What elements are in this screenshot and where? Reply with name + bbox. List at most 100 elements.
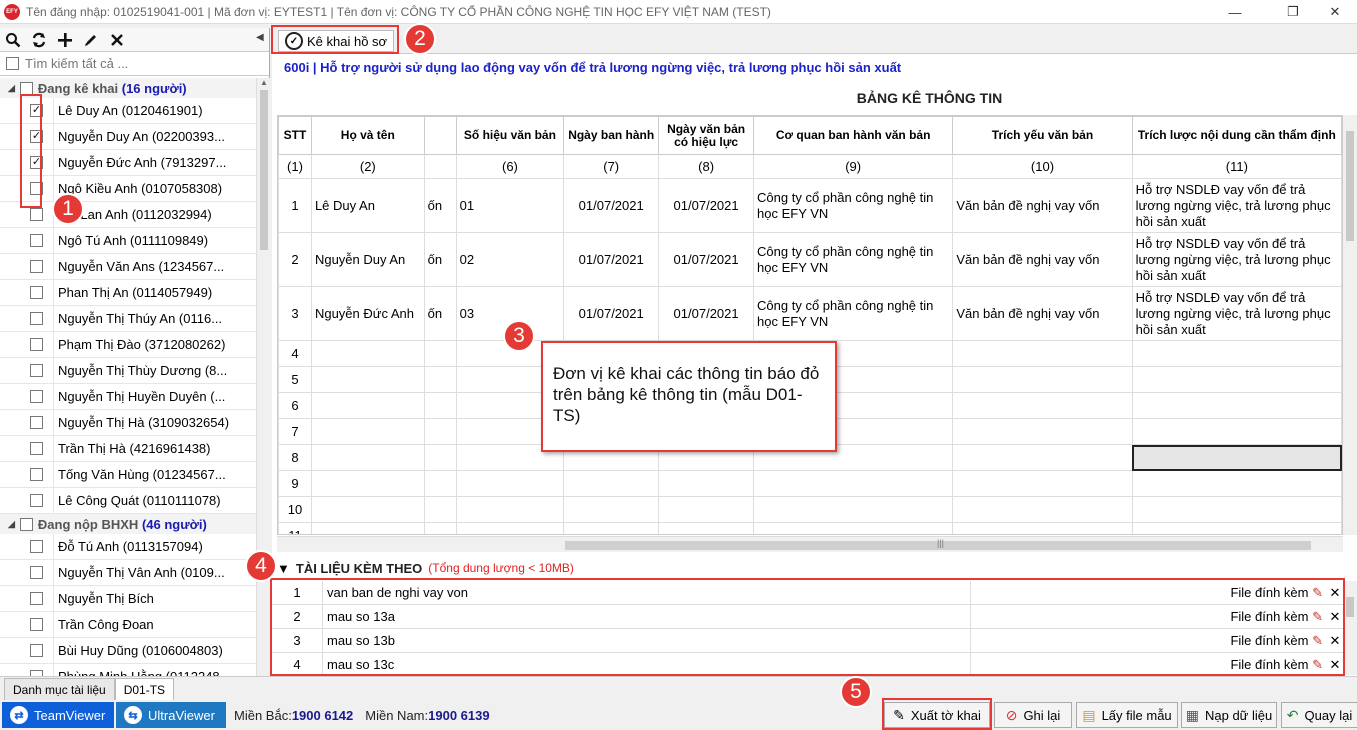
col-header[interactable]: Ngày văn bản có hiệu lực bbox=[658, 116, 755, 155]
group-checkbox[interactable] bbox=[19, 81, 33, 95]
table-cell[interactable]: 9 bbox=[278, 470, 312, 497]
table-cell[interactable] bbox=[658, 522, 755, 534]
employee-item[interactable]: Tống Văn Hùng (01234567... bbox=[0, 462, 256, 488]
table-cell[interactable]: 7 bbox=[278, 418, 312, 445]
get-template-button[interactable]: ▤ Lấy file mẫu bbox=[1076, 702, 1178, 728]
table-cell[interactable]: 6 bbox=[278, 392, 312, 419]
table-cell[interactable]: Hỗ trợ NSDLĐ vay vốn để trả lương ngừng … bbox=[1131, 286, 1342, 341]
employee-item[interactable]: Phạm Thị Đào (3712080262) bbox=[0, 332, 256, 358]
employee-item[interactable]: Nguyễn Thị Thúy An (0116... bbox=[0, 306, 256, 332]
table-cell[interactable]: Văn bản đề nghị vay vốn bbox=[952, 178, 1133, 233]
collapse-sidebar-icon[interactable]: ◀ bbox=[256, 32, 264, 43]
tab-d01-ts[interactable]: D01-TS bbox=[114, 678, 175, 700]
table-cell[interactable]: 3 bbox=[278, 286, 312, 341]
table-cell[interactable]: 01/07/2021 bbox=[563, 232, 660, 287]
table-cell[interactable] bbox=[310, 496, 425, 523]
table-cell[interactable] bbox=[753, 496, 954, 523]
table-cell[interactable] bbox=[952, 340, 1133, 367]
table-cell[interactable] bbox=[423, 496, 457, 523]
table-cell[interactable] bbox=[1131, 418, 1342, 445]
employee-checkbox[interactable] bbox=[30, 364, 43, 377]
employee-checkbox[interactable] bbox=[30, 286, 43, 299]
employee-checkbox[interactable] bbox=[30, 234, 43, 247]
table-cell[interactable] bbox=[310, 366, 425, 393]
back-button[interactable]: ↶ Quay lại bbox=[1281, 702, 1357, 728]
table-cell[interactable]: 8 bbox=[278, 444, 312, 471]
table-cell[interactable]: 11 bbox=[278, 522, 312, 534]
table-cell[interactable] bbox=[1131, 496, 1342, 523]
table-cell[interactable]: 01 bbox=[455, 178, 565, 233]
table-cell[interactable] bbox=[753, 470, 954, 497]
employee-checkbox[interactable] bbox=[30, 390, 43, 403]
scrollbar-thumb[interactable] bbox=[260, 90, 268, 250]
col-header[interactable]: Trích yếu văn bản bbox=[952, 116, 1133, 155]
expand-arrow-icon[interactable]: ◢ bbox=[8, 519, 15, 530]
employee-item[interactable]: Nguyễn Thị Vân Anh (0109... bbox=[0, 560, 256, 586]
employee-item[interactable]: Phùng Minh Hằng (0112248... bbox=[0, 664, 256, 676]
employee-checkbox[interactable] bbox=[30, 442, 43, 455]
table-cell[interactable] bbox=[658, 470, 755, 497]
table-horizontal-scrollbar[interactable]: ||| bbox=[277, 536, 1343, 552]
table-cell[interactable] bbox=[563, 522, 660, 534]
table-cell[interactable]: ốn bbox=[423, 232, 457, 287]
refresh-icon[interactable] bbox=[30, 31, 48, 49]
table-cell[interactable] bbox=[423, 470, 457, 497]
employee-item[interactable]: Nguyễn Thị Hà (3109032654) bbox=[0, 410, 256, 436]
table-cell[interactable]: Hỗ trợ NSDLĐ vay vốn để trả lương ngừng … bbox=[1131, 178, 1342, 233]
add-icon[interactable] bbox=[56, 31, 74, 49]
table-cell[interactable] bbox=[423, 366, 457, 393]
table-cell[interactable] bbox=[423, 444, 457, 471]
employee-checkbox[interactable] bbox=[30, 468, 43, 481]
save-button[interactable]: ⊘ Ghi lại bbox=[994, 702, 1072, 728]
table-cell[interactable] bbox=[1131, 392, 1342, 419]
table-cell[interactable]: 4 bbox=[278, 340, 312, 367]
table-cell[interactable] bbox=[1131, 470, 1342, 497]
table-cell[interactable] bbox=[310, 470, 425, 497]
table-cell[interactable] bbox=[753, 522, 954, 534]
table-cell[interactable] bbox=[423, 340, 457, 367]
group-paying-bhxh[interactable]: ◢ Đang nộp BHXH (46 người) bbox=[0, 514, 256, 534]
table-cell[interactable] bbox=[1131, 366, 1342, 393]
table-cell[interactable]: 01/07/2021 bbox=[658, 232, 755, 287]
table-cell[interactable] bbox=[952, 470, 1133, 497]
table-cell[interactable]: Văn bản đề nghị vay vốn bbox=[952, 286, 1133, 341]
table-cell[interactable] bbox=[310, 418, 425, 445]
employee-checkbox[interactable] bbox=[30, 618, 43, 631]
load-data-button[interactable]: ▦ Nạp dữ liệu bbox=[1181, 702, 1277, 728]
table-cell[interactable] bbox=[455, 470, 565, 497]
col-header[interactable]: Trích lược nội dung cần thẩm định bbox=[1131, 116, 1342, 155]
employee-item[interactable]: Trần Công Đoan bbox=[0, 612, 256, 638]
table-cell[interactable] bbox=[563, 496, 660, 523]
table-cell[interactable]: 01/07/2021 bbox=[563, 178, 660, 233]
table-cell[interactable] bbox=[563, 470, 660, 497]
table-cell[interactable]: 5 bbox=[278, 366, 312, 393]
group-checkbox[interactable] bbox=[19, 517, 33, 531]
employee-checkbox[interactable] bbox=[30, 592, 43, 605]
employee-checkbox[interactable] bbox=[30, 338, 43, 351]
table-cell[interactable] bbox=[952, 444, 1133, 471]
collapse-arrow-icon[interactable]: ▼ bbox=[277, 561, 290, 576]
table-cell[interactable] bbox=[1131, 340, 1342, 367]
table-cell[interactable] bbox=[952, 366, 1133, 393]
table-cell[interactable]: ốn bbox=[423, 178, 457, 233]
table-cell[interactable] bbox=[1131, 522, 1342, 534]
scroll-up-icon[interactable]: ▲ bbox=[260, 78, 268, 87]
minimize-button[interactable]: — bbox=[1212, 0, 1258, 24]
table-vertical-scrollbar[interactable] bbox=[1343, 115, 1357, 535]
table-cell[interactable] bbox=[310, 522, 425, 534]
table-cell[interactable] bbox=[455, 522, 565, 534]
table-cell[interactable]: 1 bbox=[278, 178, 312, 233]
table-cell[interactable] bbox=[423, 522, 457, 534]
employee-item[interactable]: Nguyễn Thị Huyền Duyên (... bbox=[0, 384, 256, 410]
table-cell[interactable]: ốn bbox=[423, 286, 457, 341]
ultraviewer-button[interactable]: ⇆ UltraViewer bbox=[116, 702, 226, 728]
employee-item[interactable]: Nguyễn Thị Thùy Dương (8... bbox=[0, 358, 256, 384]
table-cell[interactable]: Hỗ trợ NSDLĐ vay vốn để trả lương ngừng … bbox=[1131, 232, 1342, 287]
employee-item[interactable]: Nguyễn Văn Ans (1234567... bbox=[0, 254, 256, 280]
employee-item[interactable]: Phan Thị An (0114057949) bbox=[0, 280, 256, 306]
table-cell[interactable] bbox=[423, 418, 457, 445]
delete-x-icon[interactable] bbox=[108, 31, 126, 49]
employee-checkbox[interactable] bbox=[30, 208, 43, 221]
table-cell[interactable] bbox=[952, 392, 1133, 419]
search-icon[interactable] bbox=[4, 31, 22, 49]
